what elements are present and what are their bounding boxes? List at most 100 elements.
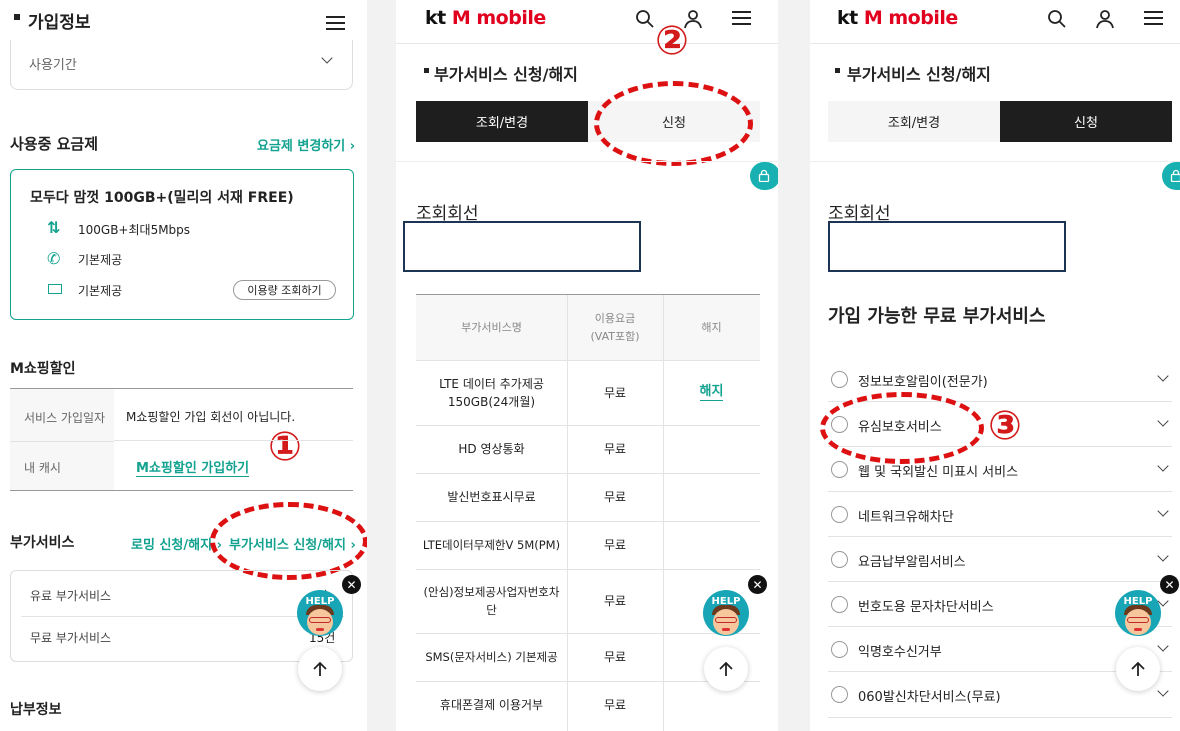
radio-button[interactable] xyxy=(831,461,848,478)
plan-data: 100GB+최대5Mbps xyxy=(78,223,191,237)
service-name: 네트워크유해차단 xyxy=(858,510,954,525)
addon-fee-cell: 무료 xyxy=(603,385,627,400)
addon-fee-cell: 무료 xyxy=(603,442,627,456)
radio-button[interactable] xyxy=(831,551,848,568)
phone-icon: ✆ xyxy=(47,249,61,268)
list-item[interactable]: 네트워크유해차단 xyxy=(828,492,1172,537)
header-divider xyxy=(396,43,778,44)
mshop-join-date-value-text: M쇼핑할인 가입 회선이 아닙니다. xyxy=(126,410,296,424)
payment-title: 납부정보 xyxy=(10,702,62,718)
roaming-link[interactable]: 로밍 신청/해지 › xyxy=(131,534,222,553)
period-select[interactable]: 사용기간 xyxy=(10,40,353,90)
plan-sms: 기본제공 xyxy=(78,284,123,298)
free-addon-title: 가입 가능한 무료 부가서비스 xyxy=(828,306,1046,327)
chevron-down-icon[interactable] xyxy=(1157,415,1169,427)
help-close-icon[interactable]: ✕ xyxy=(1160,575,1179,594)
help-chatbot-button[interactable]: HELP xyxy=(703,590,749,636)
radio-button[interactable] xyxy=(831,641,848,658)
help-chatbot-button[interactable]: HELP xyxy=(1115,590,1161,636)
divider xyxy=(114,440,353,441)
addon-name-cell: HD 영상통화 xyxy=(458,442,525,456)
cancel-link[interactable]: 해지 xyxy=(699,384,724,401)
lock-icon xyxy=(1170,169,1180,182)
divider xyxy=(396,161,778,162)
col-header-fee: 이용요금 (VAT포함) xyxy=(590,311,640,343)
service-name: 요금납부알림서비스 xyxy=(858,555,966,570)
kt-mmobile-logo[interactable]: kt M mobile xyxy=(425,7,546,29)
service-name: 정보보호알림이(전문가) xyxy=(858,375,988,390)
period-label: 사용기간 xyxy=(29,58,77,73)
title-bullet xyxy=(14,14,20,20)
avatar-glasses xyxy=(309,617,331,623)
panel-subscription-info: 가입정보 사용기간 사용중 요금제 요금제 변경하기 › 모두다 맘껏 100G… xyxy=(0,0,367,731)
addon-fee-cell: 무료 xyxy=(603,538,627,552)
line-select-input[interactable] xyxy=(403,221,641,272)
addon-cancel-cell: 해지 xyxy=(663,360,760,425)
search-icon[interactable] xyxy=(635,9,655,29)
addon-name-cell: LTE데이터무제한V 5M(PM) xyxy=(422,538,561,552)
radio-button[interactable] xyxy=(831,596,848,613)
addon-name-cell: (안심)정보제공사업자번호차 단 xyxy=(423,585,560,617)
mshop-join-link[interactable]: M쇼핑할인 가입하기 xyxy=(136,457,250,477)
scroll-top-button[interactable] xyxy=(1116,647,1160,691)
plan-section-title: 사용중 요금제 xyxy=(10,135,99,153)
service-name: 번호도용 문자차단서비스 xyxy=(858,600,994,615)
mshop-title: M쇼핑할인 xyxy=(10,361,76,377)
plan-name: 모두다 맘껏 100GB+(밀리의 서재 FREE) xyxy=(30,190,294,206)
addon-name-cell: 휴대폰결제 이용거부 xyxy=(439,698,544,712)
scroll-top-button[interactable] xyxy=(298,647,342,691)
tab-apply[interactable]: 신청 xyxy=(1000,101,1172,142)
plan-voice: 기본제공 xyxy=(78,253,123,267)
lock-float-button[interactable] xyxy=(750,162,778,190)
radio-button[interactable] xyxy=(831,371,848,388)
addon-fee-cell: 무료 xyxy=(603,698,627,712)
step-marker-1: ① xyxy=(268,424,302,470)
highlight-circle xyxy=(594,81,753,166)
service-name: 웹 및 국외발신 미표시 서비스 xyxy=(858,465,1019,480)
chevron-down-icon[interactable] xyxy=(1157,505,1169,517)
chevron-down-icon[interactable] xyxy=(1157,550,1169,562)
line-select-input[interactable] xyxy=(828,221,1066,272)
menu-icon[interactable] xyxy=(1144,11,1163,25)
menu-icon[interactable] xyxy=(732,11,751,25)
arrow-up-icon xyxy=(719,661,733,676)
panel-addon-apply: kt M mobile 부가서비스 신청/해지 조회/변경 신청 조회회선 가입… xyxy=(810,0,1180,731)
avatar-mouth xyxy=(1134,628,1142,631)
avatar-mouth xyxy=(316,628,324,631)
step-marker-2: ② xyxy=(655,18,689,64)
plan-card: 모두다 맘껏 100GB+(밀리의 서재 FREE) ⇅ 100GB+최대5Mb… xyxy=(10,169,354,320)
addon-title: 부가서비스 xyxy=(10,535,75,551)
chevron-down-icon[interactable] xyxy=(1157,460,1169,472)
plan-change-link[interactable]: 요금제 변경하기 › xyxy=(257,135,355,154)
help-close-icon[interactable]: ✕ xyxy=(342,575,361,594)
header-divider xyxy=(810,43,1180,44)
tab-view-change[interactable]: 조회/변경 xyxy=(828,101,1000,142)
tab-view-change[interactable]: 조회/변경 xyxy=(416,101,588,142)
mail-icon xyxy=(48,284,62,294)
chevron-down-icon[interactable] xyxy=(1157,370,1169,382)
divider xyxy=(810,161,1180,162)
section-title: 부가서비스 신청/해지 xyxy=(847,65,991,84)
help-close-icon[interactable]: ✕ xyxy=(748,575,767,594)
chevron-down-icon[interactable] xyxy=(1157,640,1169,652)
addon-fee-cell: 무료 xyxy=(603,650,627,664)
usage-check-button[interactable]: 이용량 조회하기 xyxy=(233,280,336,300)
search-icon[interactable] xyxy=(1047,9,1067,29)
lock-float-button[interactable] xyxy=(1162,162,1180,190)
title-bullet xyxy=(835,68,840,73)
kt-mmobile-logo[interactable]: kt M mobile xyxy=(837,7,958,29)
chevron-down-icon[interactable] xyxy=(1157,685,1169,697)
mshop-cash-label: 내 캐시 xyxy=(24,461,61,475)
radio-button[interactable] xyxy=(831,506,848,523)
step-marker-3: ③ xyxy=(988,403,1022,449)
help-chatbot-button[interactable]: HELP xyxy=(297,590,343,636)
page-title: 가입정보 xyxy=(28,13,91,33)
arrow-up-icon xyxy=(1131,661,1145,676)
chevron-down-icon xyxy=(321,52,333,64)
list-item[interactable]: 요금납부알림서비스 xyxy=(828,537,1172,582)
radio-button[interactable] xyxy=(831,686,848,703)
user-icon[interactable] xyxy=(1095,9,1115,29)
menu-icon[interactable] xyxy=(326,16,345,30)
section-title: 부가서비스 신청/해지 xyxy=(434,65,578,84)
scroll-top-button[interactable] xyxy=(704,647,748,691)
